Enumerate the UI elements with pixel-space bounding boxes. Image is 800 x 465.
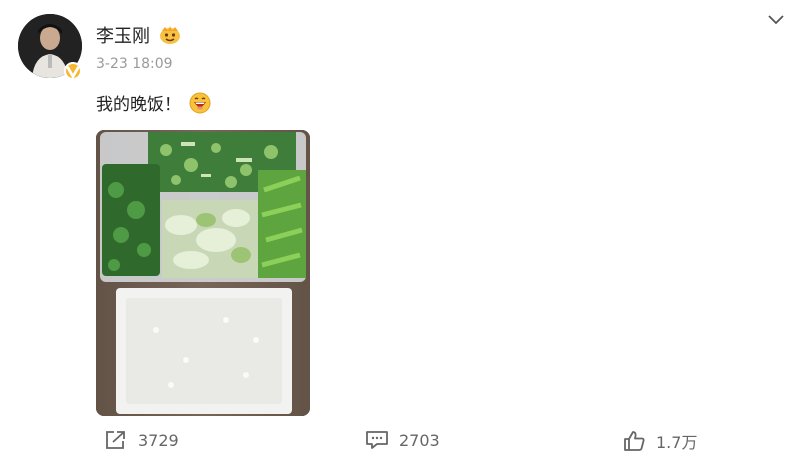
member-badge-icon[interactable] xyxy=(158,25,182,45)
username[interactable]: 李玉刚 xyxy=(96,22,150,48)
meal-photo-image xyxy=(96,130,310,416)
name-row: 李玉刚 xyxy=(96,22,182,48)
grinning-face-icon xyxy=(189,92,211,113)
thumbs-up-icon xyxy=(624,431,645,451)
like-count: 1.7万 xyxy=(656,433,698,452)
post-timestamp: 3-23 18:09 xyxy=(96,56,173,72)
comment-button[interactable]: 2703 xyxy=(365,429,440,451)
like-button[interactable]: 1.7万 xyxy=(622,429,697,453)
comment-count: 2703 xyxy=(399,430,440,450)
post-content: 我的晚饭！ xyxy=(96,90,211,115)
meal-photo[interactable] xyxy=(96,130,310,416)
user-avatar[interactable] xyxy=(18,14,82,80)
post-text: 我的晚饭！ xyxy=(96,95,181,115)
share-button[interactable]: 3729 xyxy=(104,429,179,451)
share-count: 3729 xyxy=(138,430,179,450)
action-bar: 3729 2703 1.7万 xyxy=(0,429,800,455)
verified-badge-icon xyxy=(64,62,82,80)
chevron-down-icon[interactable] xyxy=(766,12,786,28)
share-icon xyxy=(106,431,125,449)
comment-icon xyxy=(366,431,388,449)
